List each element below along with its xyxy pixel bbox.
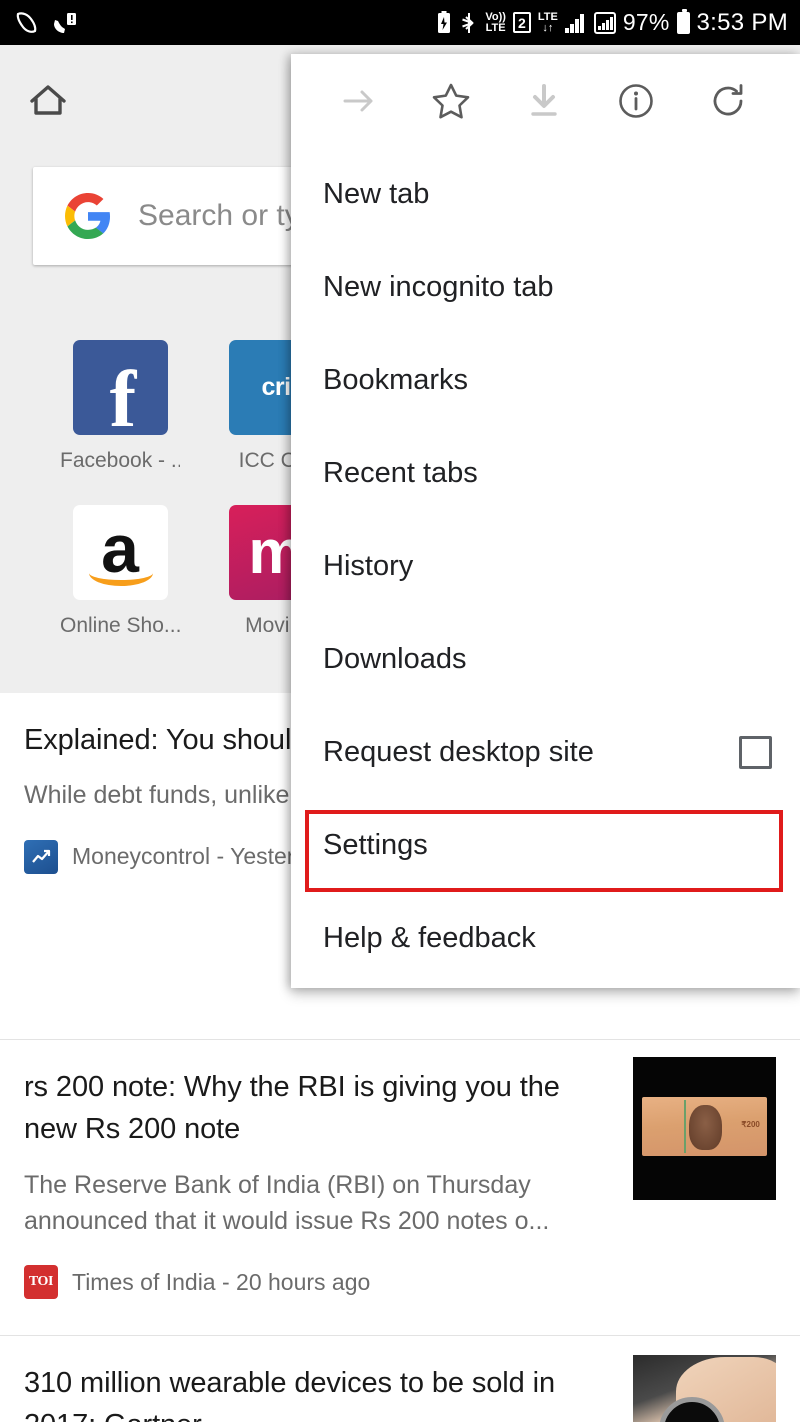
status-bar-right-icons: Vo)) LTE 2 LTE ↓↑ 97% 3:53 PM (435, 8, 788, 36)
menu-item-label: Settings (323, 829, 428, 861)
lte-data-icon: LTE ↓↑ (537, 10, 558, 34)
menu-item-new-tab[interactable]: New tab (291, 148, 800, 241)
clock-label: 3:53 PM (696, 8, 788, 36)
menu-item-label: Bookmarks (323, 364, 469, 396)
download-icon[interactable] (497, 54, 589, 148)
facebook-tile-icon: f (72, 340, 168, 435)
article-thumbnail: yourstory.com (633, 1355, 776, 1422)
times-of-india-favicon: TOI (24, 1265, 58, 1300)
missed-call-icon (52, 11, 78, 35)
menu-item-recent-tabs[interactable]: Recent tabs (291, 427, 800, 520)
reload-icon[interactable] (682, 54, 774, 148)
shortcut-tile-label: Facebook - ... (60, 449, 180, 472)
article-thumbnail: ₹200 (633, 1057, 776, 1200)
google-g-icon (65, 193, 111, 239)
pedometer-icon (14, 11, 40, 35)
volte-icon: Vo)) LTE (485, 10, 506, 34)
shortcut-tile-facebook[interactable]: f Facebook - ... (60, 340, 180, 473)
battery-icon (676, 8, 690, 34)
forward-arrow-icon[interactable] (313, 54, 405, 148)
shortcut-tile-amazon[interactable]: a Online Sho... (60, 505, 180, 638)
menu-item-request-desktop-site[interactable]: Request desktop site (291, 706, 800, 799)
page-info-icon[interactable] (590, 54, 682, 148)
bluetooth-icon (460, 11, 478, 35)
menu-item-label: Downloads (323, 643, 467, 675)
menu-item-downloads[interactable]: Downloads (291, 613, 800, 706)
amazon-tile-icon: a (72, 505, 168, 600)
status-bar: Vo)) LTE 2 LTE ↓↑ 97% 3:53 PM (0, 0, 800, 45)
menu-item-history[interactable]: History (291, 520, 800, 613)
menu-item-bookmarks[interactable]: Bookmarks (291, 334, 800, 427)
request-desktop-site-checkbox[interactable] (739, 736, 772, 769)
sim-2-icon: 2 (512, 12, 531, 33)
status-bar-left-icons (14, 11, 78, 35)
menu-item-label: New incognito tab (323, 271, 554, 303)
cricbuzz-tile-glyph: cri (261, 373, 291, 401)
menu-item-label: Request desktop site (323, 736, 594, 768)
article-source-text: Times of India - 20 hours ago (72, 1268, 371, 1295)
chrome-overflow-menu[interactable]: New tab New incognito tab Bookmarks Rece… (291, 54, 800, 988)
menu-item-label: New tab (323, 178, 430, 210)
article-snippet: The Reserve Bank of India (RBI) on Thurs… (24, 1170, 550, 1235)
menu-item-label: History (323, 550, 414, 582)
menu-item-help-and-feedback[interactable]: Help & feedback (291, 892, 800, 985)
signal-bars-icon (564, 13, 587, 33)
battery-percent-label: 97% (622, 9, 670, 35)
article-source: TOI Times of India - 20 hours ago (24, 1265, 601, 1300)
home-icon[interactable] (26, 79, 70, 123)
battery-saver-icon (435, 10, 453, 35)
signal-square-icon (593, 11, 616, 34)
article-title: 310 million wearable devices to be sold … (24, 1367, 555, 1422)
menu-icon-row (291, 54, 800, 148)
menu-item-settings[interactable]: Settings (291, 799, 800, 892)
menu-item-label: Help & feedback (323, 922, 536, 954)
article-title: rs 200 note: Why the RBI is giving you t… (24, 1071, 560, 1146)
bookmark-star-icon[interactable] (405, 54, 497, 148)
menu-item-label: Recent tabs (323, 457, 478, 489)
moneycontrol-favicon (24, 839, 58, 874)
menu-item-new-incognito-tab[interactable]: New incognito tab (291, 241, 800, 334)
shortcut-tile-label: Online Sho... (60, 614, 180, 637)
